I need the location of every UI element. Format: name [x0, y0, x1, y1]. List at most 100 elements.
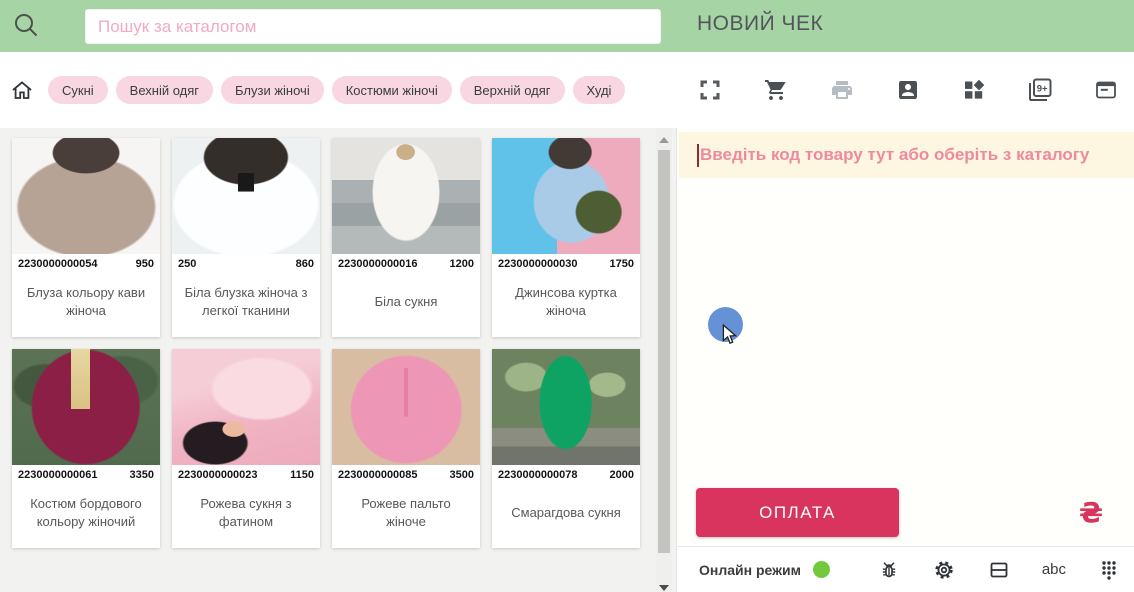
scroll-down-arrow-icon[interactable] [659, 585, 669, 591]
product-code: 2230000000054 [18, 258, 98, 270]
split-view-button[interactable] [987, 558, 1011, 582]
page-title: НОВИЙ ЧЕК [697, 12, 823, 36]
product-image [172, 138, 320, 254]
category-chip[interactable]: Блузи жіночі [221, 76, 324, 104]
product-name: Рожева сукня з фатином [172, 485, 320, 548]
product-price: 1750 [610, 258, 634, 270]
product-name: Джинсова куртка жіноча [492, 274, 640, 337]
receipt-card-button[interactable] [1094, 78, 1118, 102]
catalog-area: 2230000000054 950 Блуза кольору кави жін… [0, 128, 676, 592]
product-info-row: 2230000000016 1200 [332, 254, 480, 274]
currency-hryvnia-symbol: ₴ [1079, 496, 1103, 529]
product-card[interactable]: 2230000000054 950 Блуза кольору кави жін… [12, 138, 160, 337]
category-chip[interactable]: Костюми жіночі [332, 76, 452, 104]
status-bar: Онлайн режим [677, 546, 1134, 592]
fullscreen-button[interactable] [698, 78, 722, 102]
pay-button[interactable]: ОПЛАТА [696, 488, 899, 537]
dialpad-button[interactable] [1097, 558, 1121, 582]
scrollbar-thumb[interactable] [658, 150, 670, 553]
product-info-row: 250 860 [172, 254, 320, 274]
product-price: 2000 [610, 469, 634, 481]
product-name: Блуза кольору кави жіноча [12, 274, 160, 337]
product-info-row: 2230000000085 3500 [332, 465, 480, 485]
product-name: Костюм бордового кольору жіночий [12, 485, 160, 548]
receipt-card-icon [1094, 78, 1118, 102]
product-image [332, 349, 480, 465]
product-code: 2230000000085 [338, 469, 418, 481]
product-code: 2230000000061 [18, 469, 98, 481]
home-button[interactable] [10, 78, 34, 102]
svg-text:9+: 9+ [1037, 84, 1048, 95]
filter-9-plus-icon: 9+ [1028, 78, 1052, 102]
contact-card-icon [896, 78, 920, 102]
product-card[interactable]: 2230000000030 1750 Джинсова куртка жіноч… [492, 138, 640, 337]
toolbar: Сукні Вехній одяг Блузи жіночі Костюми ж… [0, 52, 1134, 128]
fullscreen-icon [698, 78, 722, 102]
abc-keyboard-toggle[interactable]: abc [1042, 561, 1066, 578]
dashboard-button[interactable] [962, 78, 986, 102]
scroll-up-arrow-icon[interactable] [659, 137, 669, 143]
product-card[interactable]: 2230000000085 3500 Рожеве пальто жіноче [332, 349, 480, 548]
receipt-panel: ОПЛАТА ₴ Онлайн режим [676, 128, 1134, 592]
product-price: 3350 [130, 469, 154, 481]
printer-icon [830, 78, 854, 102]
category-chip[interactable]: Сукні [48, 76, 108, 104]
catalog-scrollbar[interactable] [656, 128, 672, 592]
product-name: Рожеве пальто жіноче [332, 485, 480, 548]
product-info-row: 2230000000054 950 [12, 254, 160, 274]
product-card[interactable]: 2230000000023 1150 Рожева сукня з фатино… [172, 349, 320, 548]
product-price: 860 [296, 258, 314, 270]
product-card[interactable]: 2230000000078 2000 Смарагдова сукня [492, 349, 640, 548]
product-image [492, 138, 640, 254]
product-code: 2230000000016 [338, 258, 418, 270]
category-chips: Сукні Вехній одяг Блузи жіночі Костюми ж… [48, 76, 625, 104]
split-view-icon [987, 558, 1011, 582]
text-caret [697, 144, 699, 167]
product-name: Біла сукня [332, 274, 480, 337]
product-price: 1200 [450, 258, 474, 270]
status-icons: abc [877, 558, 1121, 582]
contact-button[interactable] [896, 78, 920, 102]
product-code: 2230000000030 [498, 258, 578, 270]
product-image [12, 349, 160, 465]
settings-icon [932, 558, 956, 582]
bug-icon [877, 558, 901, 582]
top-bar: НОВИЙ ЧЕК [0, 0, 1134, 52]
product-image [492, 349, 640, 465]
product-price: 950 [136, 258, 154, 270]
product-card[interactable]: 250 860 Біла блузка жіноча з легкої ткан… [172, 138, 320, 337]
product-code: 2230000000078 [498, 469, 578, 481]
online-mode-label: Онлайн режим [699, 562, 801, 578]
category-chip[interactable]: Худі [573, 76, 626, 104]
print-button[interactable] [830, 78, 854, 102]
product-card[interactable]: 2230000000016 1200 Біла сукня [332, 138, 480, 337]
product-grid: 2230000000054 950 Блуза кольору кави жін… [12, 138, 640, 548]
bug-report-button[interactable] [877, 558, 901, 582]
product-card[interactable]: 2230000000061 3350 Костюм бордового коль… [12, 349, 160, 548]
cart-button[interactable] [764, 78, 788, 102]
category-chip[interactable]: Вехній одяг [116, 76, 213, 104]
product-info-row: 2230000000023 1150 [172, 465, 320, 485]
search-input[interactable] [85, 9, 661, 44]
product-code: 2230000000023 [178, 469, 258, 481]
filter-9-plus-button[interactable]: 9+ [1028, 78, 1052, 102]
product-price: 1150 [290, 469, 314, 481]
product-name: Смарагдова сукня [492, 485, 640, 548]
product-info-row: 2230000000030 1750 [492, 254, 640, 274]
category-chip[interactable]: Верхній одяг [460, 76, 565, 104]
search-icon[interactable] [11, 10, 41, 40]
home-icon [10, 78, 34, 102]
toolbar-icons: 9+ [698, 78, 1118, 102]
product-info-row: 2230000000078 2000 [492, 465, 640, 485]
dashboard-icon [962, 78, 986, 102]
product-info-row: 2230000000061 3350 [12, 465, 160, 485]
mouse-cursor-icon [722, 324, 738, 346]
product-name: Біла блузка жіноча з легкої тканини [172, 274, 320, 337]
online-status-dot [813, 561, 830, 578]
settings-button[interactable] [932, 558, 956, 582]
cart-icon [764, 78, 788, 102]
dialpad-icon [1097, 558, 1121, 582]
product-code-input[interactable] [679, 132, 1134, 178]
product-price: 3500 [450, 469, 474, 481]
product-image [332, 138, 480, 254]
